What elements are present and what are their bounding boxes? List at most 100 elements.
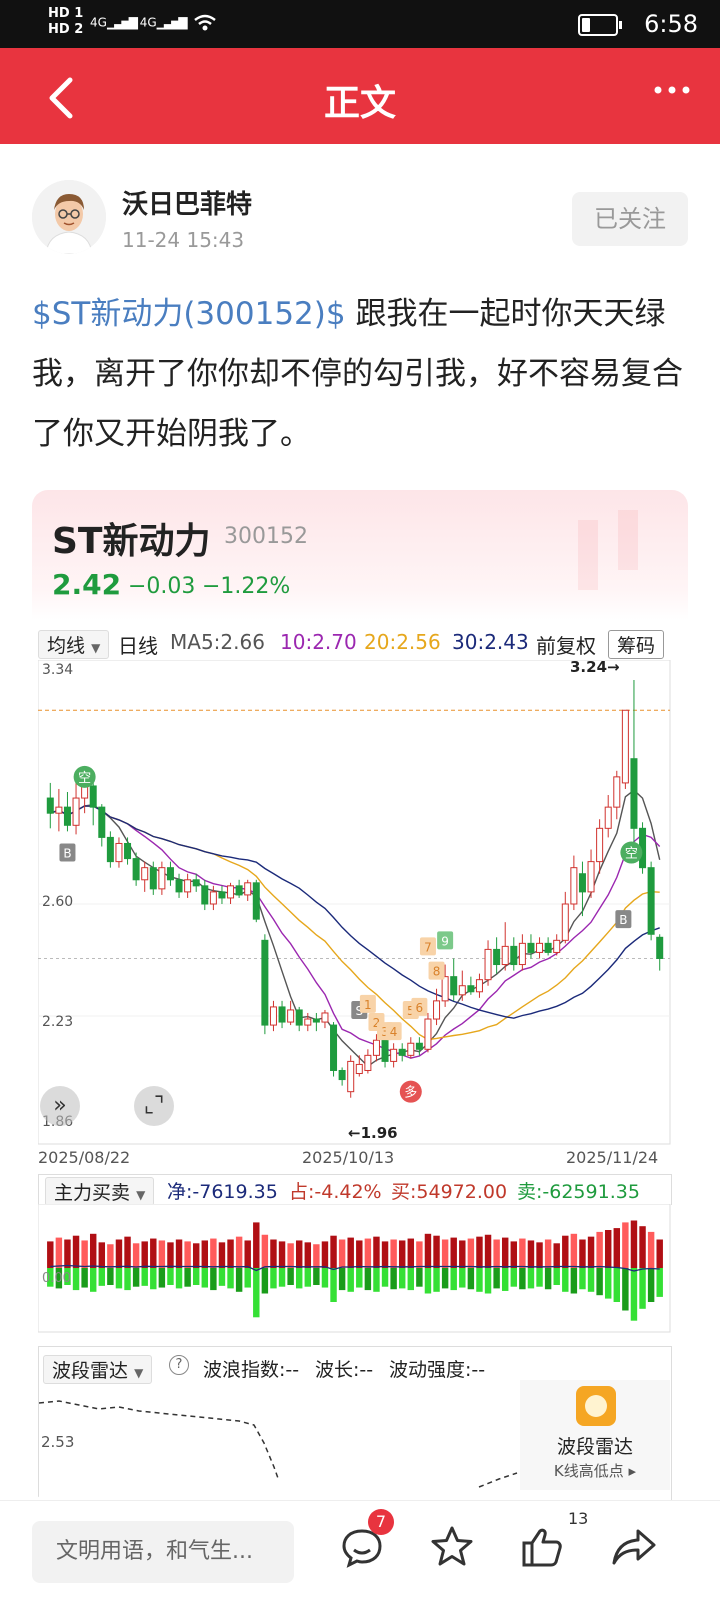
- signal-duo-label: 多: [404, 1085, 417, 1101]
- signal-kong-label-2: 空: [625, 847, 638, 862]
- sell-bar: [476, 1268, 483, 1292]
- signal-b-label-2: B: [619, 913, 627, 927]
- hd2-label: HD 2: [48, 22, 84, 37]
- buy-bar: [81, 1240, 88, 1268]
- sell-bar: [107, 1268, 114, 1285]
- candle-body: [544, 942, 552, 953]
- radar-promo[interactable]: 波段雷达 K线高低点 ▸: [520, 1380, 670, 1490]
- sell-bar: [630, 1268, 638, 1321]
- candle-body: [518, 942, 526, 966]
- candle-body: [46, 797, 54, 814]
- sell-bar: [201, 1268, 209, 1288]
- capital-dropdown[interactable]: 主力买卖 ▼: [45, 1177, 155, 1206]
- follow-button[interactable]: 已关注: [572, 192, 688, 246]
- candle-body: [570, 867, 578, 905]
- buy-bar: [55, 1237, 63, 1268]
- buy-bar: [381, 1241, 389, 1268]
- avatar[interactable]: [32, 180, 106, 254]
- buy-bar: [536, 1242, 543, 1268]
- chevron-down-icon: ▼: [91, 641, 101, 655]
- chip-button[interactable]: 筹码: [608, 630, 665, 659]
- signal-icon: ▁▃▅▇: [106, 15, 138, 30]
- like-count: 13: [568, 1509, 589, 1528]
- candle-body: [115, 842, 123, 863]
- candle-body: [415, 1042, 423, 1050]
- buy-bar: [295, 1240, 303, 1268]
- candle-body: [390, 1048, 398, 1062]
- candle-body: [578, 873, 586, 893]
- sell-bar: [330, 1268, 337, 1302]
- share-icon[interactable]: [610, 1523, 658, 1571]
- candle-body: [398, 1048, 406, 1056]
- author-name[interactable]: 沃日巴菲特: [122, 184, 252, 221]
- ma-dropdown[interactable]: 均线 ▼: [38, 630, 110, 659]
- star-icon[interactable]: [428, 1523, 476, 1571]
- stock-code: 300152: [224, 524, 308, 549]
- expand-arrows-icon[interactable]: »: [40, 1086, 80, 1126]
- buy-bar: [184, 1241, 191, 1268]
- candle-body: [441, 976, 449, 1002]
- buy-bar: [467, 1238, 475, 1268]
- date-start: 2025/08/22: [38, 1148, 131, 1167]
- sell-bar: [253, 1268, 260, 1318]
- thumbs-up-icon[interactable]: [518, 1523, 566, 1571]
- fullscreen-icon[interactable]: ⌞⌝: [134, 1086, 174, 1126]
- sell-bar: [304, 1268, 312, 1287]
- candle-body: [218, 891, 226, 899]
- adjust-label[interactable]: 前复权: [536, 630, 596, 659]
- bottom-bar: 文明用语，和气生... 7 13: [0, 1500, 720, 1601]
- candle-body: [656, 936, 664, 959]
- sell-bar: [450, 1268, 457, 1291]
- sell-bar: [381, 1268, 389, 1287]
- buy-bar: [407, 1238, 415, 1268]
- candle-body: [553, 939, 561, 953]
- buy-bar: [158, 1240, 166, 1268]
- stock-tag-link[interactable]: $ST新动力(300152)$: [32, 296, 346, 332]
- sell-bar: [493, 1268, 500, 1289]
- candle-body: [596, 827, 604, 863]
- buy-bar: [347, 1237, 354, 1268]
- buy-bar: [132, 1243, 140, 1268]
- candle-body: [295, 1009, 303, 1026]
- buy-bar: [89, 1233, 97, 1268]
- low-price-label: ←1.96: [348, 1124, 398, 1142]
- sell-bar: [150, 1268, 157, 1290]
- kline-chart[interactable]: 空空多BBS123456789 3.34 2.60 2.23 1.86 3.24…: [38, 660, 678, 1150]
- sell-bar: [424, 1268, 432, 1294]
- hd-indicators: HD 1 HD 2: [48, 6, 83, 38]
- sell-bar: [441, 1268, 449, 1289]
- candle-body: [493, 948, 501, 966]
- candle-body: [287, 1009, 295, 1023]
- comment-input[interactable]: 文明用语，和气生...: [32, 1521, 294, 1583]
- buy-bar: [527, 1240, 535, 1268]
- buy-bar: [373, 1236, 380, 1268]
- candle-body: [89, 785, 97, 808]
- stock-card[interactable]: ST新动力 300152 2.42 −0.03 −1.22% 均线 ▼ 日线 M…: [32, 490, 688, 1500]
- sell-bar: [235, 1268, 243, 1292]
- buy-bar: [167, 1242, 174, 1268]
- candle-body: [630, 758, 638, 829]
- buy-bar: [579, 1239, 586, 1268]
- page-title: 正文: [323, 83, 396, 124]
- td-seq-label: 8: [433, 965, 441, 979]
- candle-body: [132, 858, 140, 881]
- sell-bar: [467, 1268, 475, 1290]
- date-mid: 2025/10/13: [302, 1148, 395, 1167]
- sell-bar: [227, 1268, 234, 1289]
- sell-bar: [579, 1268, 586, 1290]
- sell-bar: [407, 1268, 415, 1291]
- ma20-label: 20:2.56: [364, 630, 441, 654]
- candle-body: [184, 879, 192, 893]
- sell-bar: [167, 1268, 174, 1285]
- ma5-label: MA5:2.66: [170, 630, 265, 654]
- sell-bar: [72, 1268, 80, 1291]
- capital-flow-chart[interactable]: 0.00: [38, 1204, 672, 1334]
- candle-body: [467, 985, 475, 993]
- buy-bar: [270, 1239, 277, 1268]
- radar-subtitle: K线高低点 ▸: [520, 1460, 670, 1481]
- buy-bar: [639, 1226, 646, 1268]
- candle-body: [372, 1039, 380, 1056]
- more-icon[interactable]: [652, 70, 692, 119]
- buy-bar: [210, 1238, 217, 1268]
- buy-bar: [493, 1239, 500, 1268]
